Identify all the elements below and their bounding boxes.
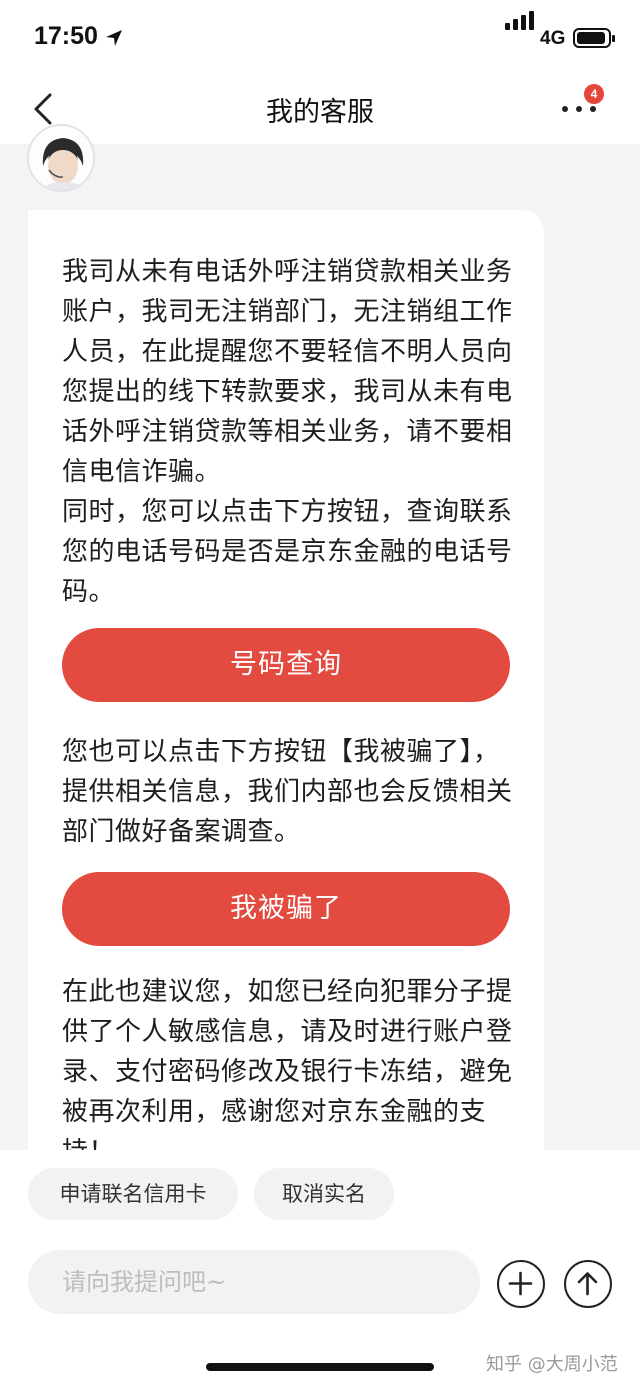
- status-bar: 17:50 4G: [0, 0, 640, 72]
- plus-icon: [508, 1271, 533, 1296]
- agent-avatar-image: [29, 126, 93, 190]
- message-input[interactable]: 请向我提问吧~: [28, 1250, 480, 1314]
- battery-icon: [573, 28, 615, 48]
- status-time: 17:50: [34, 22, 98, 50]
- agent-avatar: [27, 124, 95, 192]
- quick-reply-cancel-realname[interactable]: 取消实名: [254, 1168, 394, 1220]
- nav-bar: 我的客服 4: [0, 72, 640, 144]
- send-button[interactable]: [564, 1260, 612, 1308]
- arrow-up-icon: [577, 1272, 598, 1296]
- message-paragraph-query-hint: 同时，您可以点击下方按钮，查询联系您的电话号码是否是京东金融的电话号码。: [62, 497, 513, 607]
- page-title: 我的客服: [266, 97, 374, 128]
- watermark: 知乎 @大周小范: [486, 1354, 618, 1375]
- message-paragraph-report-hint: 您也可以点击下方按钮【我被骗了】，提供相关信息，我们内部也会反馈相关部门做好备案…: [62, 737, 513, 847]
- notification-badge: 4: [584, 84, 604, 104]
- message-paragraph-warning: 我司从未有电话外呼注销贷款相关业务账户，我司无注销部门，无注销组工作人员，在此提…: [62, 257, 513, 487]
- more-options-icon[interactable]: [560, 102, 600, 116]
- network-type: 4G: [540, 28, 566, 49]
- number-query-button[interactable]: 号码查询: [62, 628, 510, 702]
- message-paragraph-advice: 在此也建议您，如您已经向犯罪分子提供了个人敏感信息，请及时进行账户登录、支付密码…: [62, 977, 513, 1167]
- agent-message-bubble: 我司从未有电话外呼注销贷款相关业务账户，我司无注销部门，无注销组工作人员，在此提…: [28, 210, 544, 1170]
- quick-reply-credit-card[interactable]: 申请联名信用卡: [28, 1168, 238, 1220]
- home-indicator[interactable]: [206, 1363, 434, 1371]
- add-attachment-button[interactable]: [497, 1260, 545, 1308]
- location-arrow-icon: [106, 30, 122, 46]
- report-fraud-button[interactable]: 我被骗了: [62, 872, 510, 946]
